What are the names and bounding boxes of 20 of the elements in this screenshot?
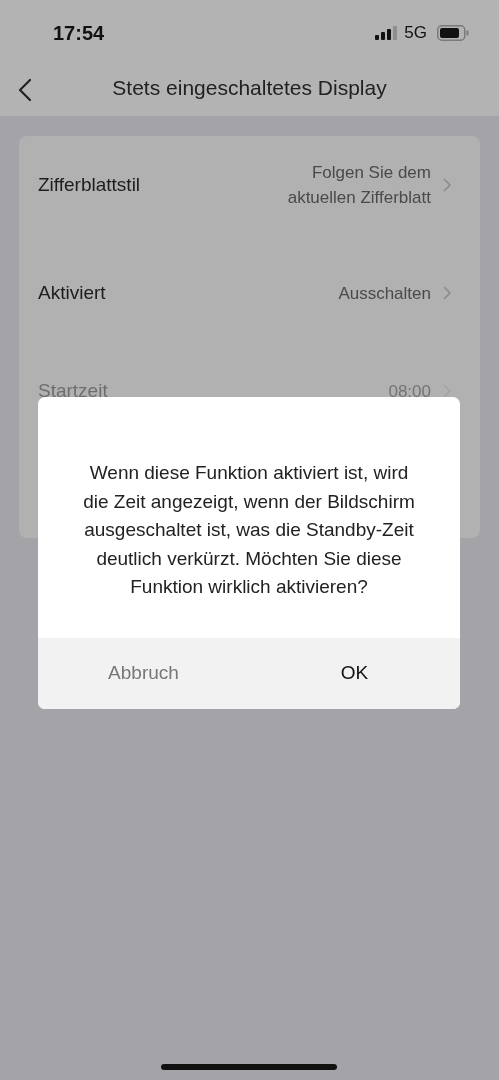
setting-value: 08:00 (387, 380, 431, 403)
page-title: Stets eingeschaltetes Display (112, 76, 387, 100)
status-time: 17:54 (53, 21, 105, 45)
signal-icon (375, 26, 399, 40)
setting-label: Zifferblattstil (38, 174, 141, 196)
setting-value: Ausschalten (337, 282, 431, 305)
back-icon (18, 78, 32, 102)
cancel-button[interactable]: Abbruch (38, 637, 249, 709)
dialog-message: Wenn diese Funktion aktiviert ist, wird die Zeit angezeigt, wenn der Bildschirm ausgeschaltet ist, was die Standby-Zeit deutlich verkürzt. Möchten Sie diese Funktion wirklich aktivieren? (82, 461, 416, 599)
chevron-icon (443, 286, 452, 300)
ok-button[interactable]: OK (249, 637, 460, 709)
settings-row[interactable]: Zifferblattstil Folgen Sie dem aktuellen Zifferblatt (19, 146, 480, 224)
chevron-icon (443, 384, 452, 398)
settings-row[interactable]: Aktiviert Ausschalten (19, 244, 480, 342)
battery-icon (437, 25, 469, 41)
setting-label: Startzeit (38, 380, 108, 402)
network-label: 5G (404, 23, 427, 43)
setting-value: Folgen Sie dem aktuellen Zifferblatt (286, 162, 431, 209)
setting-label: Aktiviert (38, 282, 106, 304)
chevron-icon (443, 178, 452, 192)
